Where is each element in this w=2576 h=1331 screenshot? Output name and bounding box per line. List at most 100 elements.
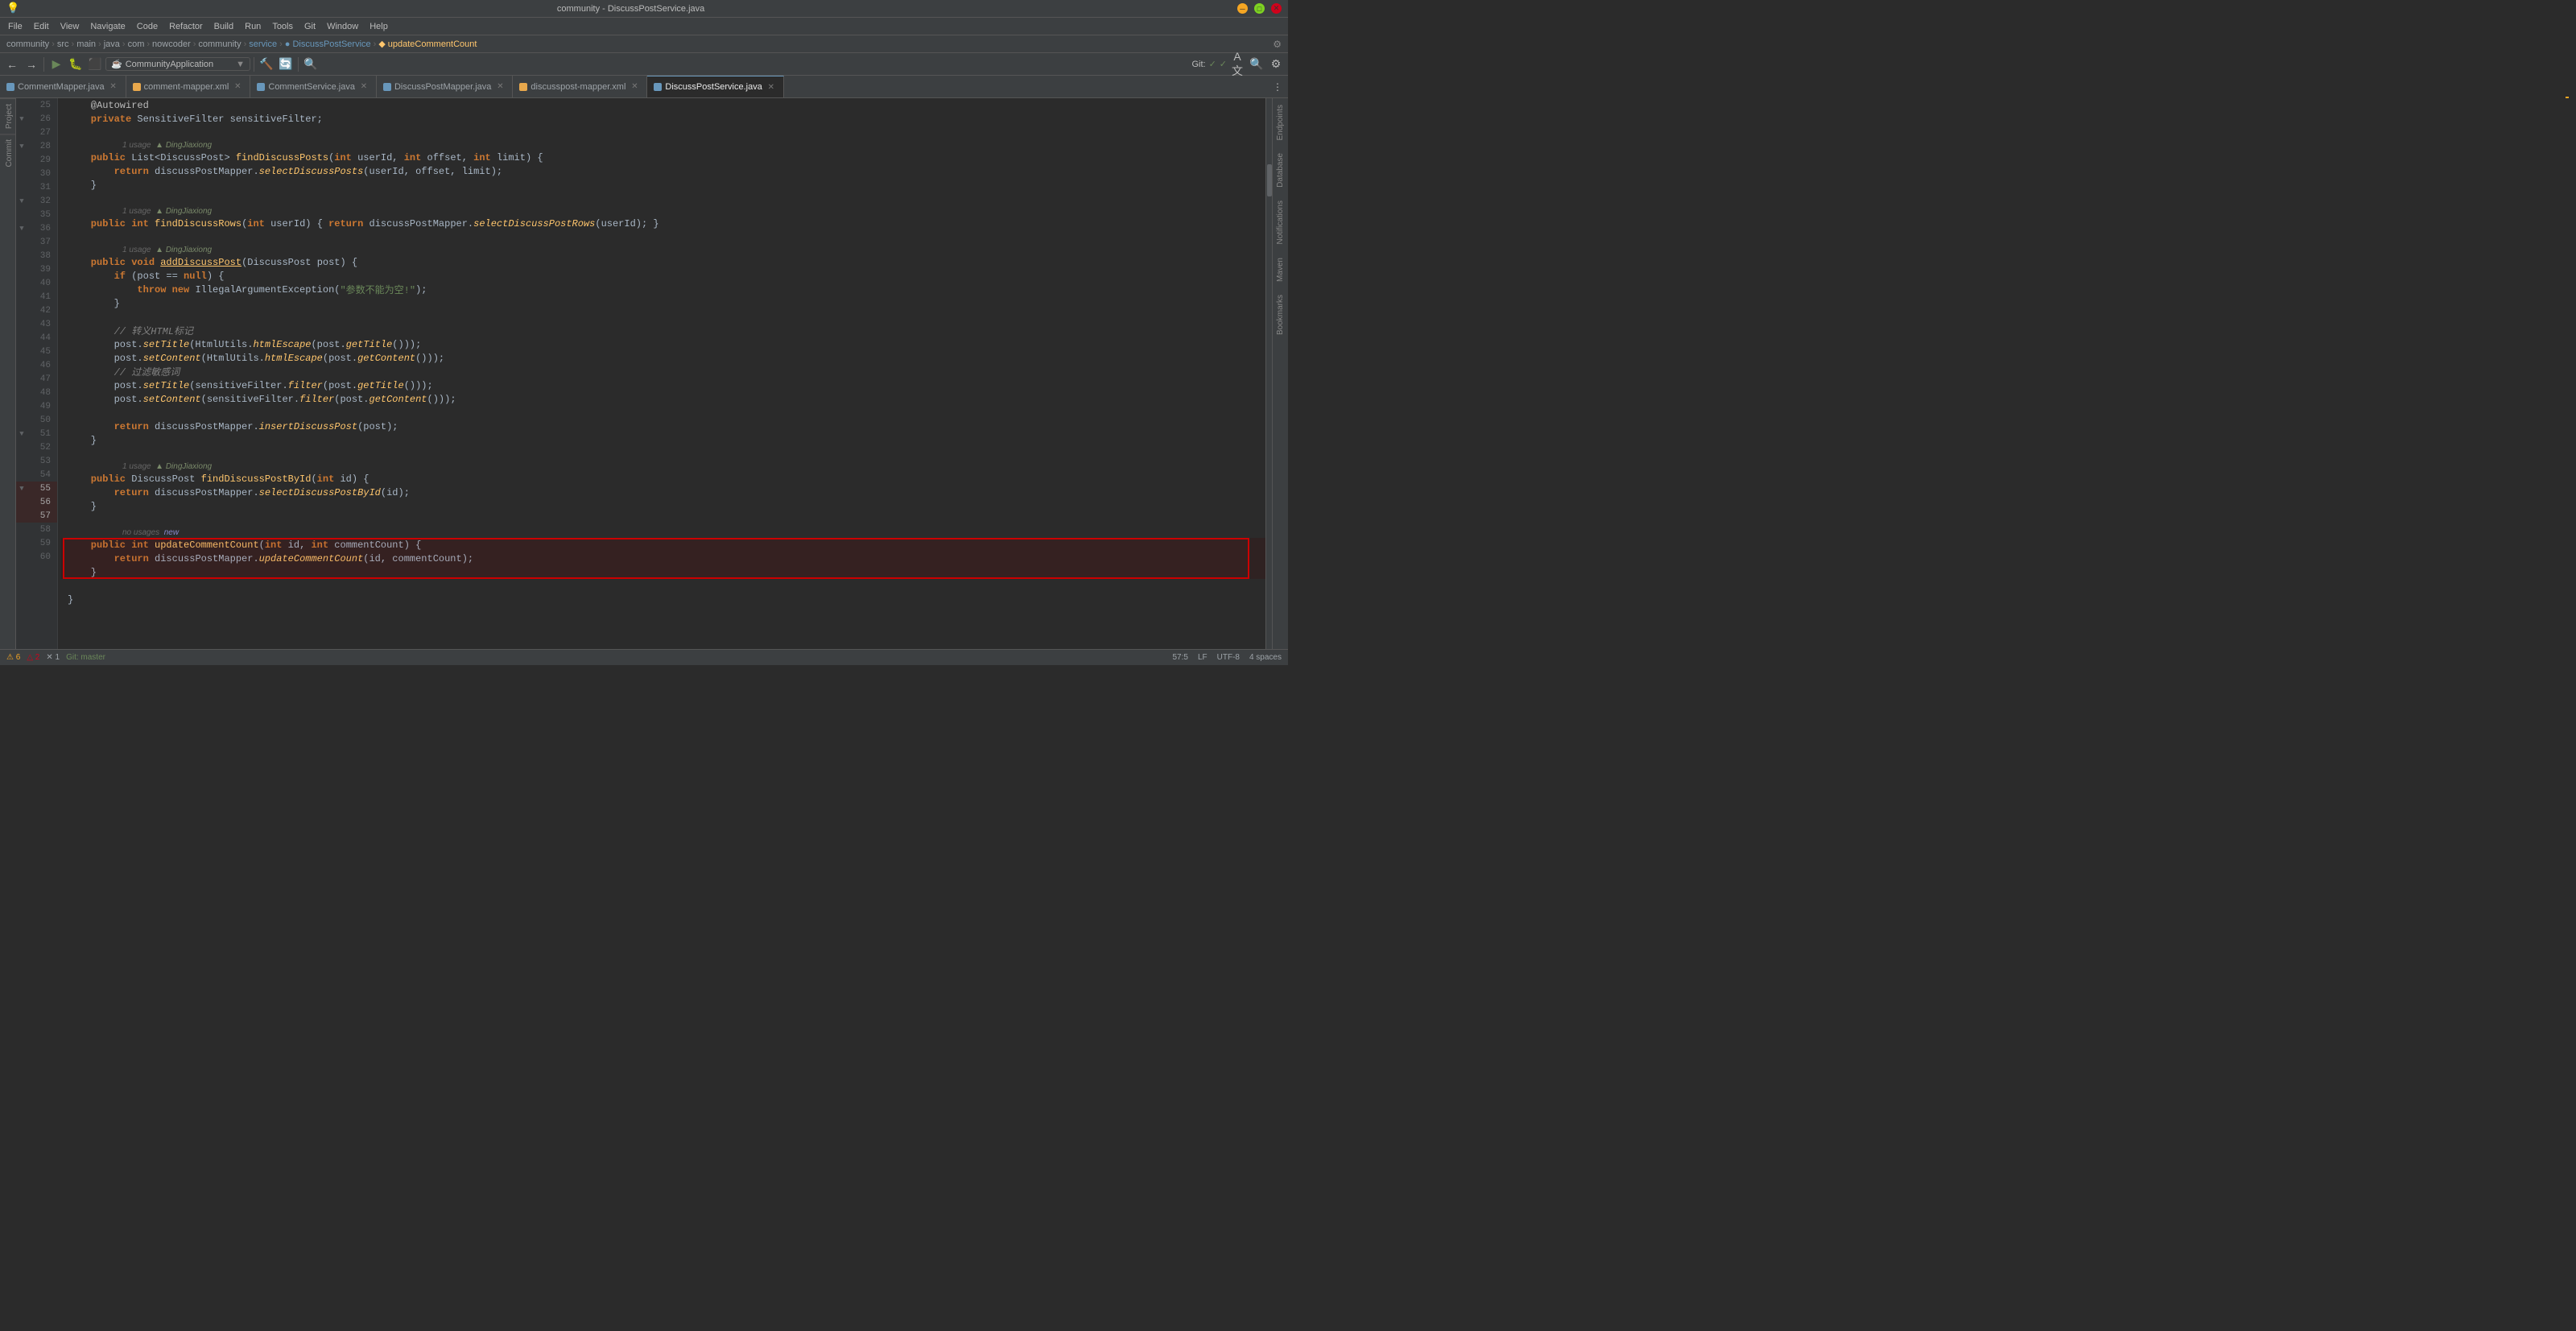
tab-close-5[interactable]: ✕ [629,81,640,93]
git-status: Git: ✓ ✓ [1191,59,1227,69]
translate-button[interactable]: A文 [1228,56,1246,73]
tab-close-6[interactable]: ✕ [766,81,777,93]
fold-icon-55[interactable]: ▼ [18,485,26,493]
tab-comment-service-java[interactable]: CommentService.java ✕ [250,76,377,97]
line-50: 50 [16,413,57,427]
menu-window[interactable]: Window [322,20,363,33]
bookmarks-tab[interactable]: Bookmarks [1274,291,1286,338]
line-26: ▼ 26 [16,112,57,126]
title-text: community - DiscussPostService.java [24,4,1237,14]
project-tab[interactable]: Project [0,98,15,134]
code-editor[interactable]: @Autowired private SensitiveFilter sensi… [58,98,1265,649]
breadcrumb-sep4: › [122,39,126,49]
tab-close-4[interactable]: ✕ [494,81,506,93]
close-button[interactable]: ✕ [1271,3,1282,14]
code-line-47 [61,406,1265,420]
code-line-57: } [61,565,1265,579]
git-branch-status[interactable]: Git: master [66,653,105,662]
search-everywhere-button[interactable]: 🔍 [302,56,320,73]
fold-icon-26[interactable]: ▼ [18,115,26,123]
tab-icon-6 [654,83,662,91]
build-button[interactable]: 🔨 [258,56,275,73]
scroll-thumb[interactable] [1267,164,1272,196]
search-button[interactable]: 🔍 [1248,56,1265,73]
code-line-60 [61,606,1265,620]
debug-button[interactable]: 🐛 [67,56,85,73]
tab-discuss-post-mapper-java[interactable]: DiscussPostMapper.java ✕ [377,76,513,97]
line-46: 46 [16,358,57,372]
coverage-button[interactable]: ⬛ [86,56,104,73]
breadcrumb-project[interactable]: community [6,39,49,49]
maximize-button[interactable]: □ [1254,3,1265,14]
endpoints-tab[interactable]: Endpoints [1274,101,1286,143]
encoding[interactable]: UTF-8 [1217,653,1240,662]
settings-icon[interactable]: ⚙ [1273,39,1282,50]
tab-more-button[interactable]: ⋮ [1270,80,1285,94]
tab-close-1[interactable]: ✕ [108,81,119,93]
menu-help[interactable]: Help [365,20,393,33]
breadcrumb-service[interactable]: service [249,39,277,49]
code-line-27 [61,126,1265,139]
menu-git[interactable]: Git [299,20,320,33]
fold-icon-32[interactable]: ▼ [18,197,26,205]
maven-tab[interactable]: Maven [1274,254,1286,285]
breadcrumb-class[interactable]: DiscussPostService [292,39,370,49]
cursor-position[interactable]: 57:5 [1172,653,1187,662]
database-tab[interactable]: Database [1274,150,1286,191]
run-config[interactable]: ☕ CommunityApplication ▼ [105,57,250,71]
line-58: 58 [16,523,57,536]
fold-icon-51[interactable]: ▼ [18,430,26,438]
menu-file[interactable]: File [3,20,27,33]
minimize-button[interactable]: ─ [1237,3,1248,14]
line-separator[interactable]: LF [1198,653,1208,662]
menu-code[interactable]: Code [132,20,163,33]
breadcrumb-community[interactable]: community [198,39,241,49]
line-55: ▼ 55 [16,482,57,495]
tab-discuss-post-service-java[interactable]: DiscussPostService.java ✕ [647,76,783,97]
run-button[interactable]: ▶ [47,56,65,73]
tab-close-2[interactable]: ✕ [232,81,243,93]
tab-comment-mapper-java[interactable]: CommentMapper.java ✕ [0,76,126,97]
menu-tools[interactable]: Tools [267,20,298,33]
code-line-50 [61,447,1265,461]
git-check2: ✓ [1220,59,1227,69]
code-line-32: public int findDiscussRows(int userId) {… [61,217,1265,230]
tab-discusspost-mapper-xml[interactable]: discusspost-mapper.xml ✕ [513,76,647,97]
breadcrumb-nowcoder[interactable]: nowcoder [152,39,191,49]
code-line-41: // 转义HTML标记 [61,324,1265,337]
menu-edit[interactable]: Edit [29,20,54,33]
forward-button[interactable]: → [23,56,40,73]
code-line-53: } [61,499,1265,513]
settings-button[interactable]: ⚙ [1267,56,1285,73]
line-43: 43 [16,317,57,331]
info-count[interactable]: ✕ 1 [46,653,60,662]
menu-build[interactable]: Build [209,20,238,33]
breadcrumb-com[interactable]: com [128,39,145,49]
line-31: 31 [16,180,57,194]
tab-close-3[interactable]: ✕ [358,81,369,93]
indent-setting[interactable]: 4 spaces [1249,653,1282,662]
menu-refactor[interactable]: Refactor [164,20,208,33]
sync-button[interactable]: 🔄 [277,56,295,73]
breadcrumb-java[interactable]: java [104,39,120,49]
menu-view[interactable]: View [56,20,85,33]
tab-comment-mapper-xml[interactable]: comment-mapper.xml ✕ [126,76,251,97]
commit-tab[interactable]: Commit [0,134,15,172]
error-count[interactable]: △ 2 [27,653,39,662]
notifications-tab[interactable]: Notifications [1274,197,1286,247]
window-controls[interactable]: ─ □ ✕ [1237,3,1282,14]
fold-icon-36[interactable]: ▼ [18,225,26,233]
breadcrumb-method[interactable]: updateCommentCount [388,39,477,49]
breadcrumb-src[interactable]: src [57,39,69,49]
back-button[interactable]: ← [3,56,21,73]
breadcrumb-main[interactable]: main [76,39,96,49]
code-line-52: return discussPostMapper.selectDiscussPo… [61,486,1265,499]
menu-run[interactable]: Run [240,20,266,33]
fold-icon-28[interactable]: ▼ [18,143,26,151]
title-bar: 💡 community - DiscussPostService.java ─ … [0,0,1288,18]
right-scrollbar[interactable] [1265,98,1272,649]
warning-count[interactable]: ⚠ 6 [6,653,20,662]
code-line-29: return discussPostMapper.selectDiscussPo… [61,164,1265,178]
menu-navigate[interactable]: Navigate [85,20,130,33]
tab-icon-1 [6,83,14,91]
